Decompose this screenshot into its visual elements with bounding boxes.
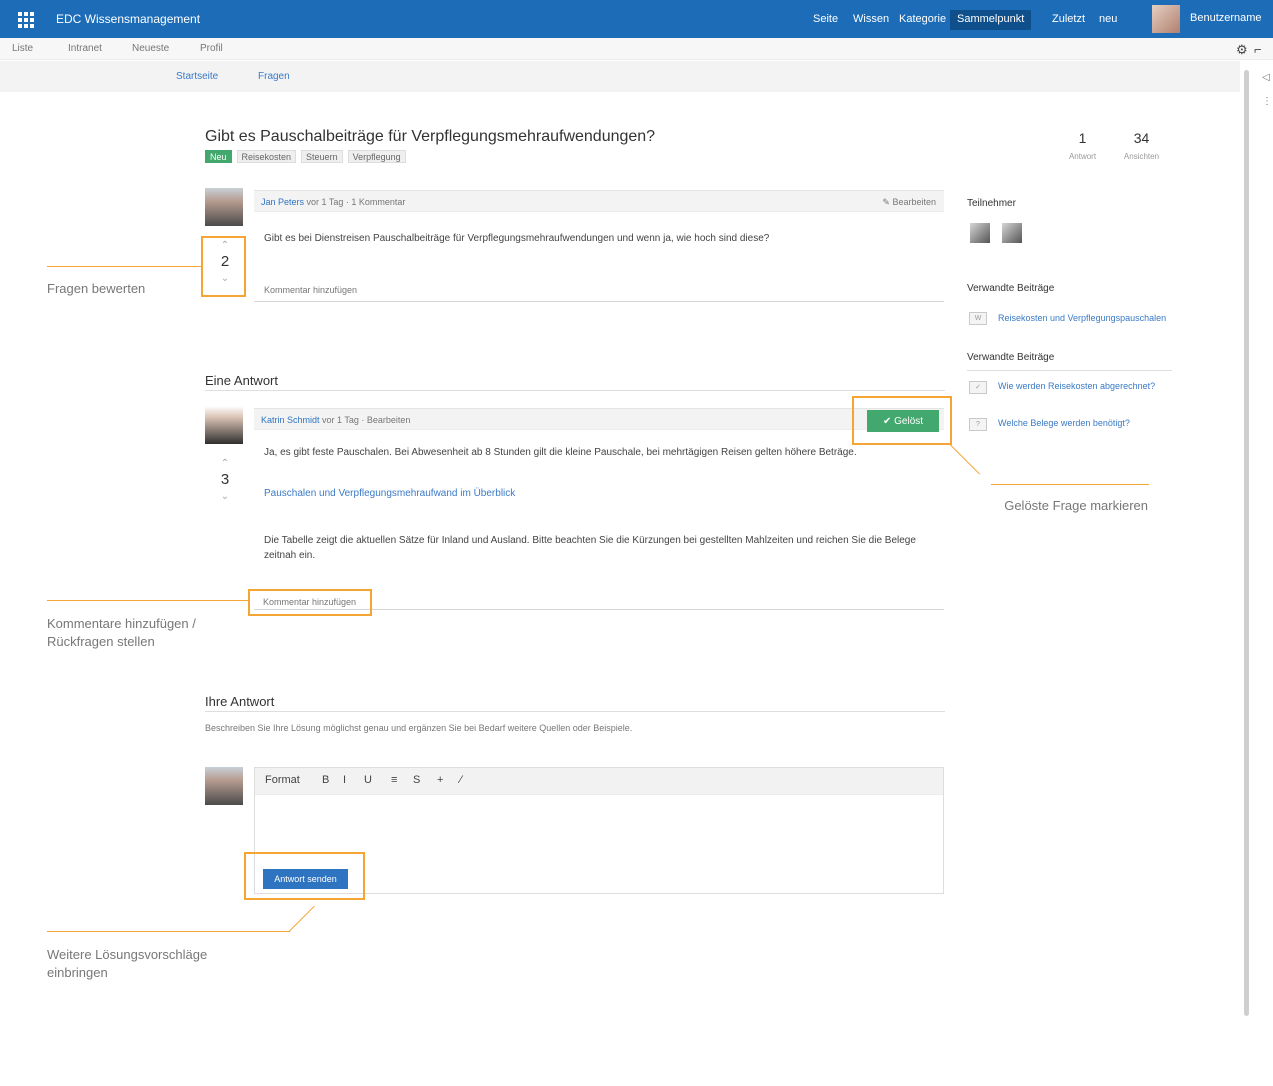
upvote-icon[interactable]: ⌃ xyxy=(221,458,229,469)
question-tags: Neu Reisekosten Steuern Verpflegung xyxy=(205,150,406,163)
link-icon[interactable]: ∕ xyxy=(460,774,462,786)
share-icon[interactable]: ◁ xyxy=(1262,72,1270,83)
comment-callout-line xyxy=(47,600,248,601)
tag-tax[interactable]: Steuern xyxy=(301,150,343,163)
top-nav-item[interactable]: Zuletzt xyxy=(1045,10,1092,30)
editor-toolbar: Format B I U ≡ S + ∕ xyxy=(255,768,943,795)
vertical-scrollbar[interactable] xyxy=(1244,70,1249,1016)
view-count: 34 Ansichten xyxy=(1114,130,1169,164)
bold-icon[interactable]: B xyxy=(322,774,329,786)
downvote-icon[interactable]: ⌄ xyxy=(221,491,229,502)
question-author-avatar[interactable] xyxy=(205,188,243,226)
answer-divider xyxy=(205,390,945,391)
question-body: Gibt es bei Dienstreisen Pauschalbeiträg… xyxy=(264,233,770,244)
question-post: Jan Peters vor 1 Tag · 1 Kommentar ✎ Bea… xyxy=(254,190,944,302)
app-launcher-icon[interactable] xyxy=(15,9,35,29)
edit-question-link[interactable]: ✎ Bearbeiten xyxy=(882,197,936,208)
question-meta: vor 1 Tag · 1 Kommentar xyxy=(306,197,406,207)
answer-source-link[interactable]: Pauschalen und Verpflegungsmehraufwand i… xyxy=(264,486,684,501)
vote-callout-label: Fragen bewerten xyxy=(47,281,146,296)
accept-callout-line xyxy=(991,484,1149,485)
submit-highlight xyxy=(244,852,365,900)
top-nav-item[interactable]: Kategorie xyxy=(892,10,953,30)
similar-post-link[interactable]: Welche Belege werden benötigt? xyxy=(998,417,1168,429)
breadcrumb: Startseite Fragen xyxy=(0,61,1240,92)
top-app-bar: EDC Wissensmanagement Seite Wissen Kateg… xyxy=(0,0,1273,38)
question-author[interactable]: Jan Peters xyxy=(261,197,304,207)
secondary-nav: Liste Intranet Neueste Profil xyxy=(0,38,1273,60)
format-menu[interactable]: Format xyxy=(265,774,300,786)
top-nav-item-active[interactable]: Sammelpunkt xyxy=(950,10,1032,30)
submit-callout-line xyxy=(288,905,315,932)
answer-author[interactable]: Katrin Schmidt xyxy=(261,415,320,425)
similar-heading: Verwandte Beiträge xyxy=(967,352,1055,363)
related-heading: Verwandte Beiträge xyxy=(967,283,1055,294)
secondary-nav-item[interactable]: Profil xyxy=(200,43,223,54)
secondary-nav-item[interactable]: Liste xyxy=(12,43,33,54)
similar-post-icon: ? xyxy=(969,418,987,431)
answer-vote-control: ⌃ 3 ⌄ xyxy=(216,458,234,502)
answer-count-value: 1 xyxy=(1078,130,1087,146)
view-count-value: 34 xyxy=(1133,130,1150,146)
strike-icon[interactable]: S xyxy=(413,774,420,786)
top-nav-item[interactable]: Seite xyxy=(806,10,845,30)
related-post-link[interactable]: Reisekosten und Verpflegungspauschalen xyxy=(998,312,1168,324)
answer-post: Katrin Schmidt vor 1 Tag · Bearbeiten Ja… xyxy=(254,408,944,610)
info-icon[interactable]: ⋮ xyxy=(1262,96,1272,107)
vote-callout-line xyxy=(47,266,201,267)
underline-icon[interactable]: U xyxy=(364,774,372,786)
comment-highlight xyxy=(248,589,372,616)
accept-callout-line xyxy=(949,444,981,475)
answer-author-avatar[interactable] xyxy=(205,406,243,444)
answer-heading: Eine Antwort xyxy=(205,373,278,388)
answer-paragraph: Ja, es gibt feste Pauschalen. Bei Abwese… xyxy=(264,447,857,458)
current-user-avatar xyxy=(205,767,243,805)
answer-paragraph: Die Tabelle zeigt die aktuellen Sätze fü… xyxy=(264,535,916,561)
secondary-nav-item[interactable]: Neueste xyxy=(132,43,169,54)
similar-post-link[interactable]: Wie werden Reisekosten abgerechnet? xyxy=(998,380,1168,392)
answer-vote-count: 3 xyxy=(220,471,230,488)
view-count-label: Ansichten xyxy=(1123,152,1160,161)
tag-travel[interactable]: Reisekosten xyxy=(236,150,297,163)
question-add-comment-link[interactable]: Kommentar hinzufügen xyxy=(264,285,357,295)
list-icon[interactable]: ≡ xyxy=(391,774,397,786)
user-avatar[interactable] xyxy=(1152,5,1180,33)
breadcrumb-link[interactable]: Fragen xyxy=(258,71,290,82)
answer-post-header: Katrin Schmidt vor 1 Tag · Bearbeiten xyxy=(254,409,944,430)
related-post-icon: W xyxy=(969,312,987,325)
secondary-nav-item[interactable]: Intranet xyxy=(68,43,102,54)
settings-icon[interactable]: ⚙ xyxy=(1236,42,1248,58)
comment-callout-label: Kommentare hinzufügen / Rückfragen stell… xyxy=(47,616,196,649)
your-answer-heading: Ihre Antwort xyxy=(205,694,275,709)
submit-callout-line xyxy=(47,931,290,932)
app-title[interactable]: EDC Wissensmanagement xyxy=(56,12,200,26)
top-nav-item[interactable]: neu xyxy=(1092,10,1124,30)
answer-count: 1 Antwort xyxy=(1055,130,1110,164)
answer-count-label: Antwort xyxy=(1068,152,1097,161)
answer-meta: vor 1 Tag · Bearbeiten xyxy=(322,415,411,425)
question-post-header: Jan Peters vor 1 Tag · 1 Kommentar ✎ Bea… xyxy=(254,191,944,212)
your-answer-intro: Beschreiben Sie Ihre Lösung möglichst ge… xyxy=(205,723,633,733)
tag-new[interactable]: Neu xyxy=(205,150,232,163)
vote-highlight xyxy=(201,236,246,297)
top-nav-item[interactable]: Wissen xyxy=(846,10,896,30)
question-title: Gibt es Pauschalbeiträge für Verpflegung… xyxy=(205,128,656,145)
participant-avatar[interactable] xyxy=(1002,223,1022,243)
bookmark-icon[interactable]: ⌐ xyxy=(1254,42,1262,57)
similar-post-icon: ✓ xyxy=(969,381,987,394)
breadcrumb-link[interactable]: Startseite xyxy=(176,71,218,82)
your-answer-divider xyxy=(205,711,945,712)
italic-icon[interactable]: I xyxy=(343,774,346,786)
user-menu[interactable]: Benutzername xyxy=(1190,12,1262,24)
similar-divider xyxy=(967,370,1172,371)
participant-avatar[interactable] xyxy=(970,223,990,243)
accept-highlight xyxy=(852,396,952,445)
participants-heading: Teilnehmer xyxy=(967,198,1016,209)
accept-callout-label: Gelöste Frage markieren xyxy=(1004,498,1148,513)
insert-icon[interactable]: + xyxy=(437,774,443,786)
tag-meals[interactable]: Verpflegung xyxy=(347,150,406,163)
submit-callout-label: Weitere Lösungsvorschläge einbringen xyxy=(47,947,208,980)
